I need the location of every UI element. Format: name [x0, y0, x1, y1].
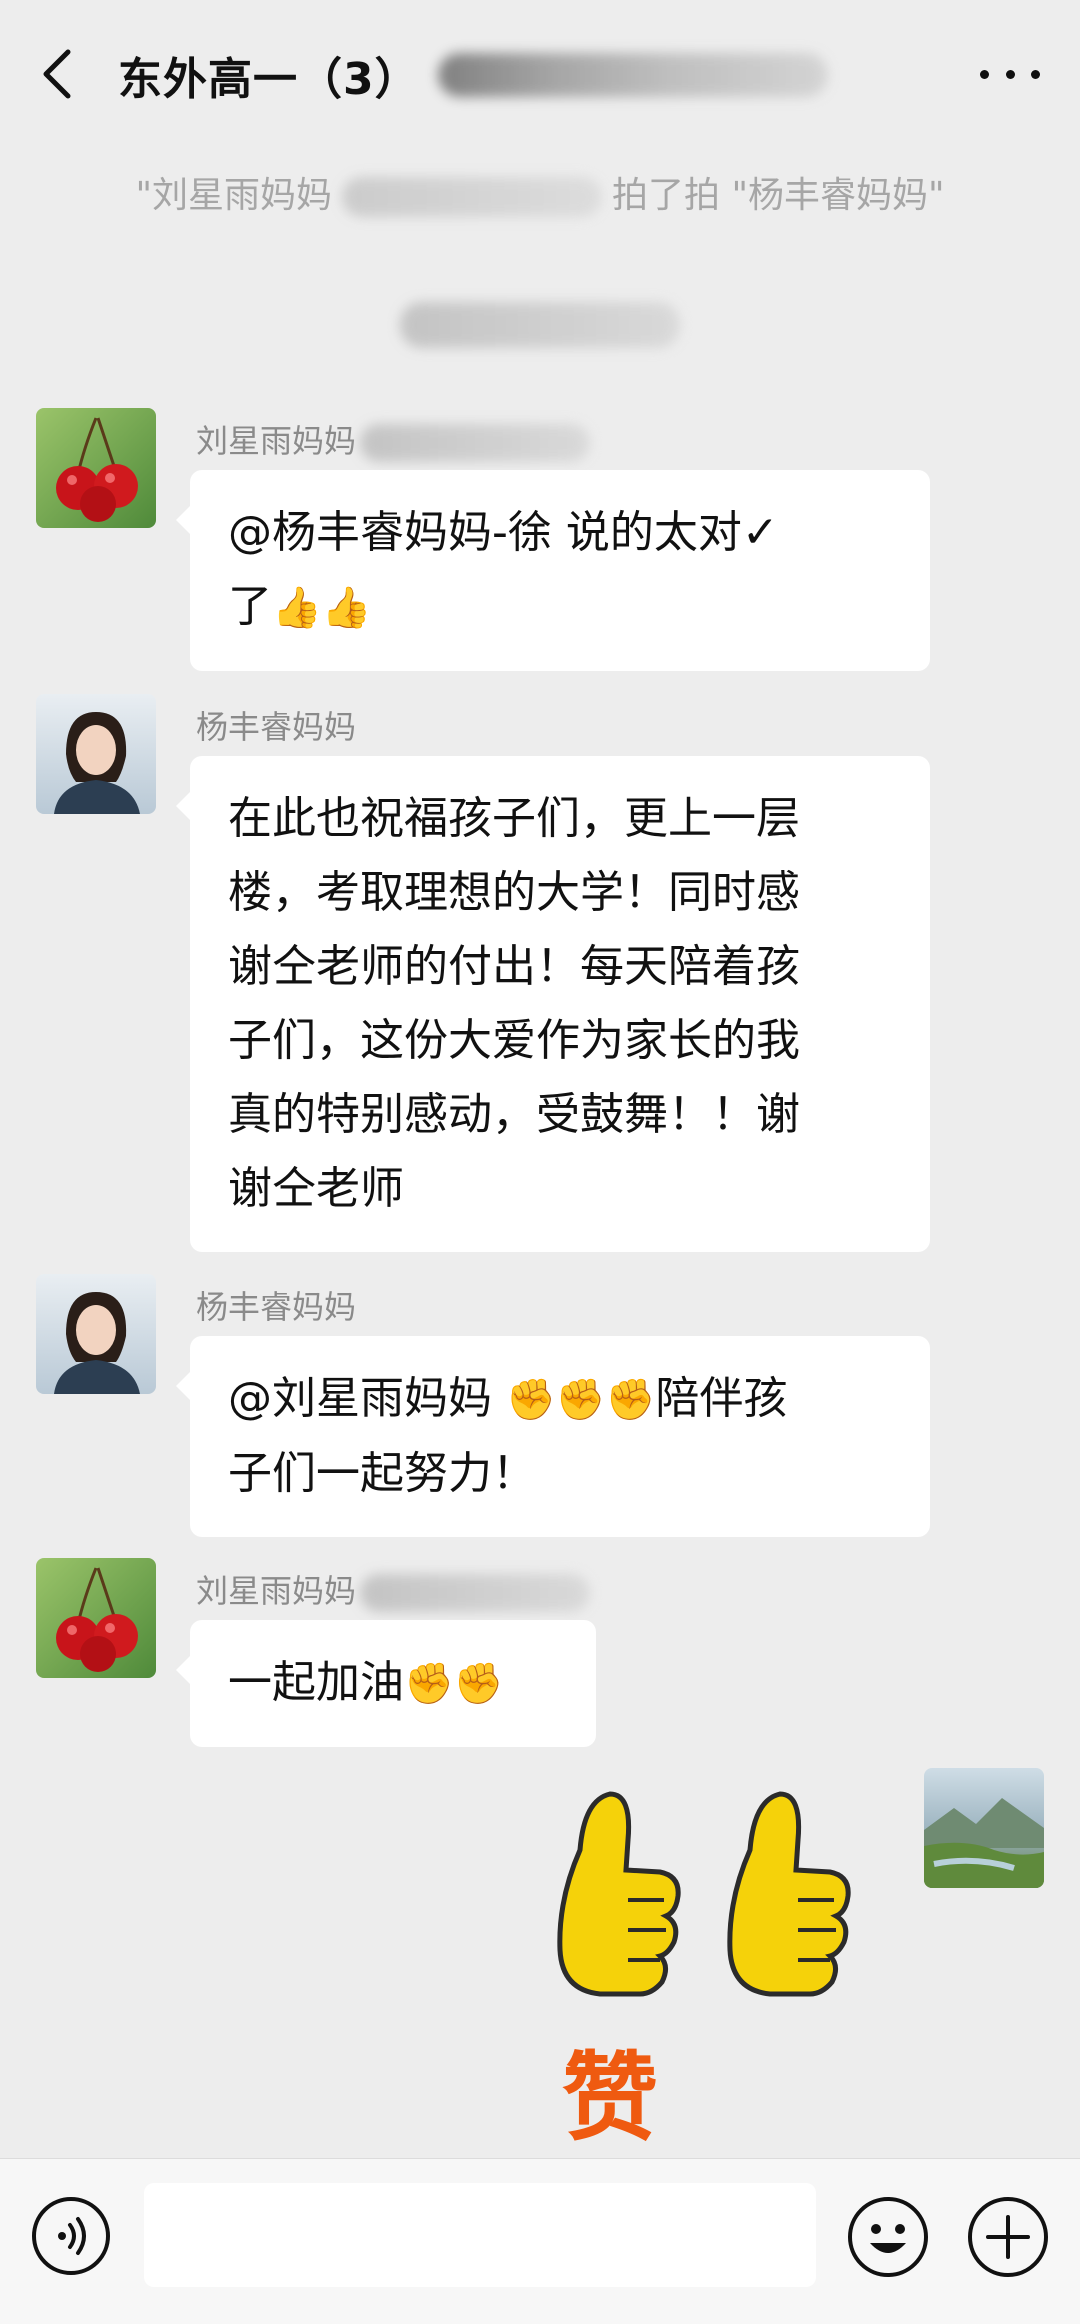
redacted-timestamp-blur [400, 302, 680, 348]
more-dot-icon [980, 69, 989, 79]
message-text-line: 楼，考取理想的大学！同时感 [228, 867, 800, 918]
plus-icon [968, 2197, 1048, 2277]
cherry-avatar-icon [36, 1558, 156, 1678]
message-text-line: 真的特别感动，受鼓舞！！谢 [228, 1089, 800, 1140]
message-text-line: 一起加油✊✊ [228, 1646, 558, 1721]
timestamp-notice [0, 302, 1080, 357]
fist-emoji: ✊✊ [404, 1661, 504, 1707]
message-text-line: 了👍👍 [228, 570, 892, 645]
mention-text: @刘星雨妈妈 [228, 1373, 506, 1424]
message-text: 了 [228, 581, 272, 632]
redacted-blur [342, 177, 602, 217]
emoji-button[interactable] [846, 2195, 930, 2279]
message-text-line: 谢仝老师的付出！每天陪着孩 [228, 941, 800, 992]
pat-notice: "刘星雨妈妈 拍了拍 "杨丰睿妈妈" [0, 166, 1080, 218]
smiley-icon [848, 2197, 928, 2277]
sender-name: 杨丰睿妈妈 [196, 708, 357, 746]
woman-photo-avatar-icon [36, 1274, 156, 1394]
self-avatar[interactable] [924, 1768, 1044, 1888]
sender-name: 刘星雨妈妈 [196, 416, 591, 462]
message-text-line: @刘星雨妈妈 ✊✊✊陪伴孩 [228, 1362, 892, 1437]
message-text-line: 在此也祝福孩子们，更上一层 [228, 793, 800, 844]
back-button[interactable] [38, 44, 78, 104]
chevron-left-icon [43, 49, 71, 99]
avatar[interactable] [36, 1274, 156, 1394]
more-dot-icon [1031, 69, 1040, 79]
chat-title-area[interactable]: 东外高一（3） [118, 40, 828, 110]
redacted-blur [360, 1574, 591, 1612]
message-text-line: 谢仝老师 [228, 1163, 404, 1214]
woman-photo-avatar-icon [36, 694, 156, 814]
message-text-line: 子们一起努力！ [228, 1448, 536, 1499]
thumbs-up-emoji: 👍👍 [272, 585, 372, 631]
fist-emoji: ✊✊✊ [506, 1377, 656, 1423]
voice-icon [32, 2197, 110, 2275]
sticker-caption: 赞 [562, 2041, 658, 2154]
message-text-line: @杨丰睿妈妈-徐 说的太对✓ [228, 507, 779, 558]
message-bubble[interactable]: 在此也祝福孩子们，更上一层 楼，考取理想的大学！同时感 谢仝老师的付出！每天陪着… [176, 756, 930, 1252]
input-bar [0, 2158, 1080, 2324]
more-dot-icon [1005, 69, 1015, 79]
landscape-avatar-icon [924, 1768, 1044, 1888]
chat-screen: 东外高一（3） "刘星雨妈妈 拍了拍 "杨丰睿妈妈" 刘星雨妈妈 @杨丰睿妈妈-… [0, 0, 1080, 2324]
message-text: 一起加油 [228, 1657, 404, 1708]
message-input[interactable] [144, 2183, 816, 2287]
sender-name-text: 刘星雨妈妈 [196, 422, 357, 460]
message-bubble[interactable]: @杨丰睿妈妈-徐 说的太对✓ 了👍👍 [176, 470, 930, 671]
chat-title: 东外高一（3） [118, 54, 420, 105]
cherry-avatar-icon [36, 408, 156, 528]
message-bubble[interactable]: 一起加油✊✊ [176, 1620, 596, 1747]
sender-name: 刘星雨妈妈 [196, 1566, 591, 1612]
chat-header: 东外高一（3） [0, 0, 1080, 146]
sender-name: 杨丰睿妈妈 [196, 1288, 357, 1326]
avatar[interactable] [36, 694, 156, 814]
redacted-title-blur [437, 53, 828, 97]
more-options-button[interactable] [980, 54, 1040, 94]
message-text-line: 子们，这份大爱作为家长的我 [228, 1015, 800, 1066]
voice-input-button[interactable] [30, 2195, 112, 2277]
message-text: 陪伴孩 [655, 1373, 788, 1424]
more-functions-button[interactable] [966, 2195, 1050, 2279]
avatar[interactable] [36, 408, 156, 528]
pat-notice-suffix: 拍了拍 "杨丰睿妈妈" [612, 175, 945, 216]
pat-notice-prefix: "刘星雨妈妈 [135, 175, 332, 216]
message-bubble[interactable]: @刘星雨妈妈 ✊✊✊陪伴孩 子们一起努力！ [176, 1336, 930, 1537]
sender-name-text: 刘星雨妈妈 [196, 1572, 357, 1610]
thumbs-up-sticker[interactable]: 赞 [540, 1780, 880, 2154]
avatar[interactable] [36, 1558, 156, 1678]
redacted-blur [360, 424, 591, 462]
